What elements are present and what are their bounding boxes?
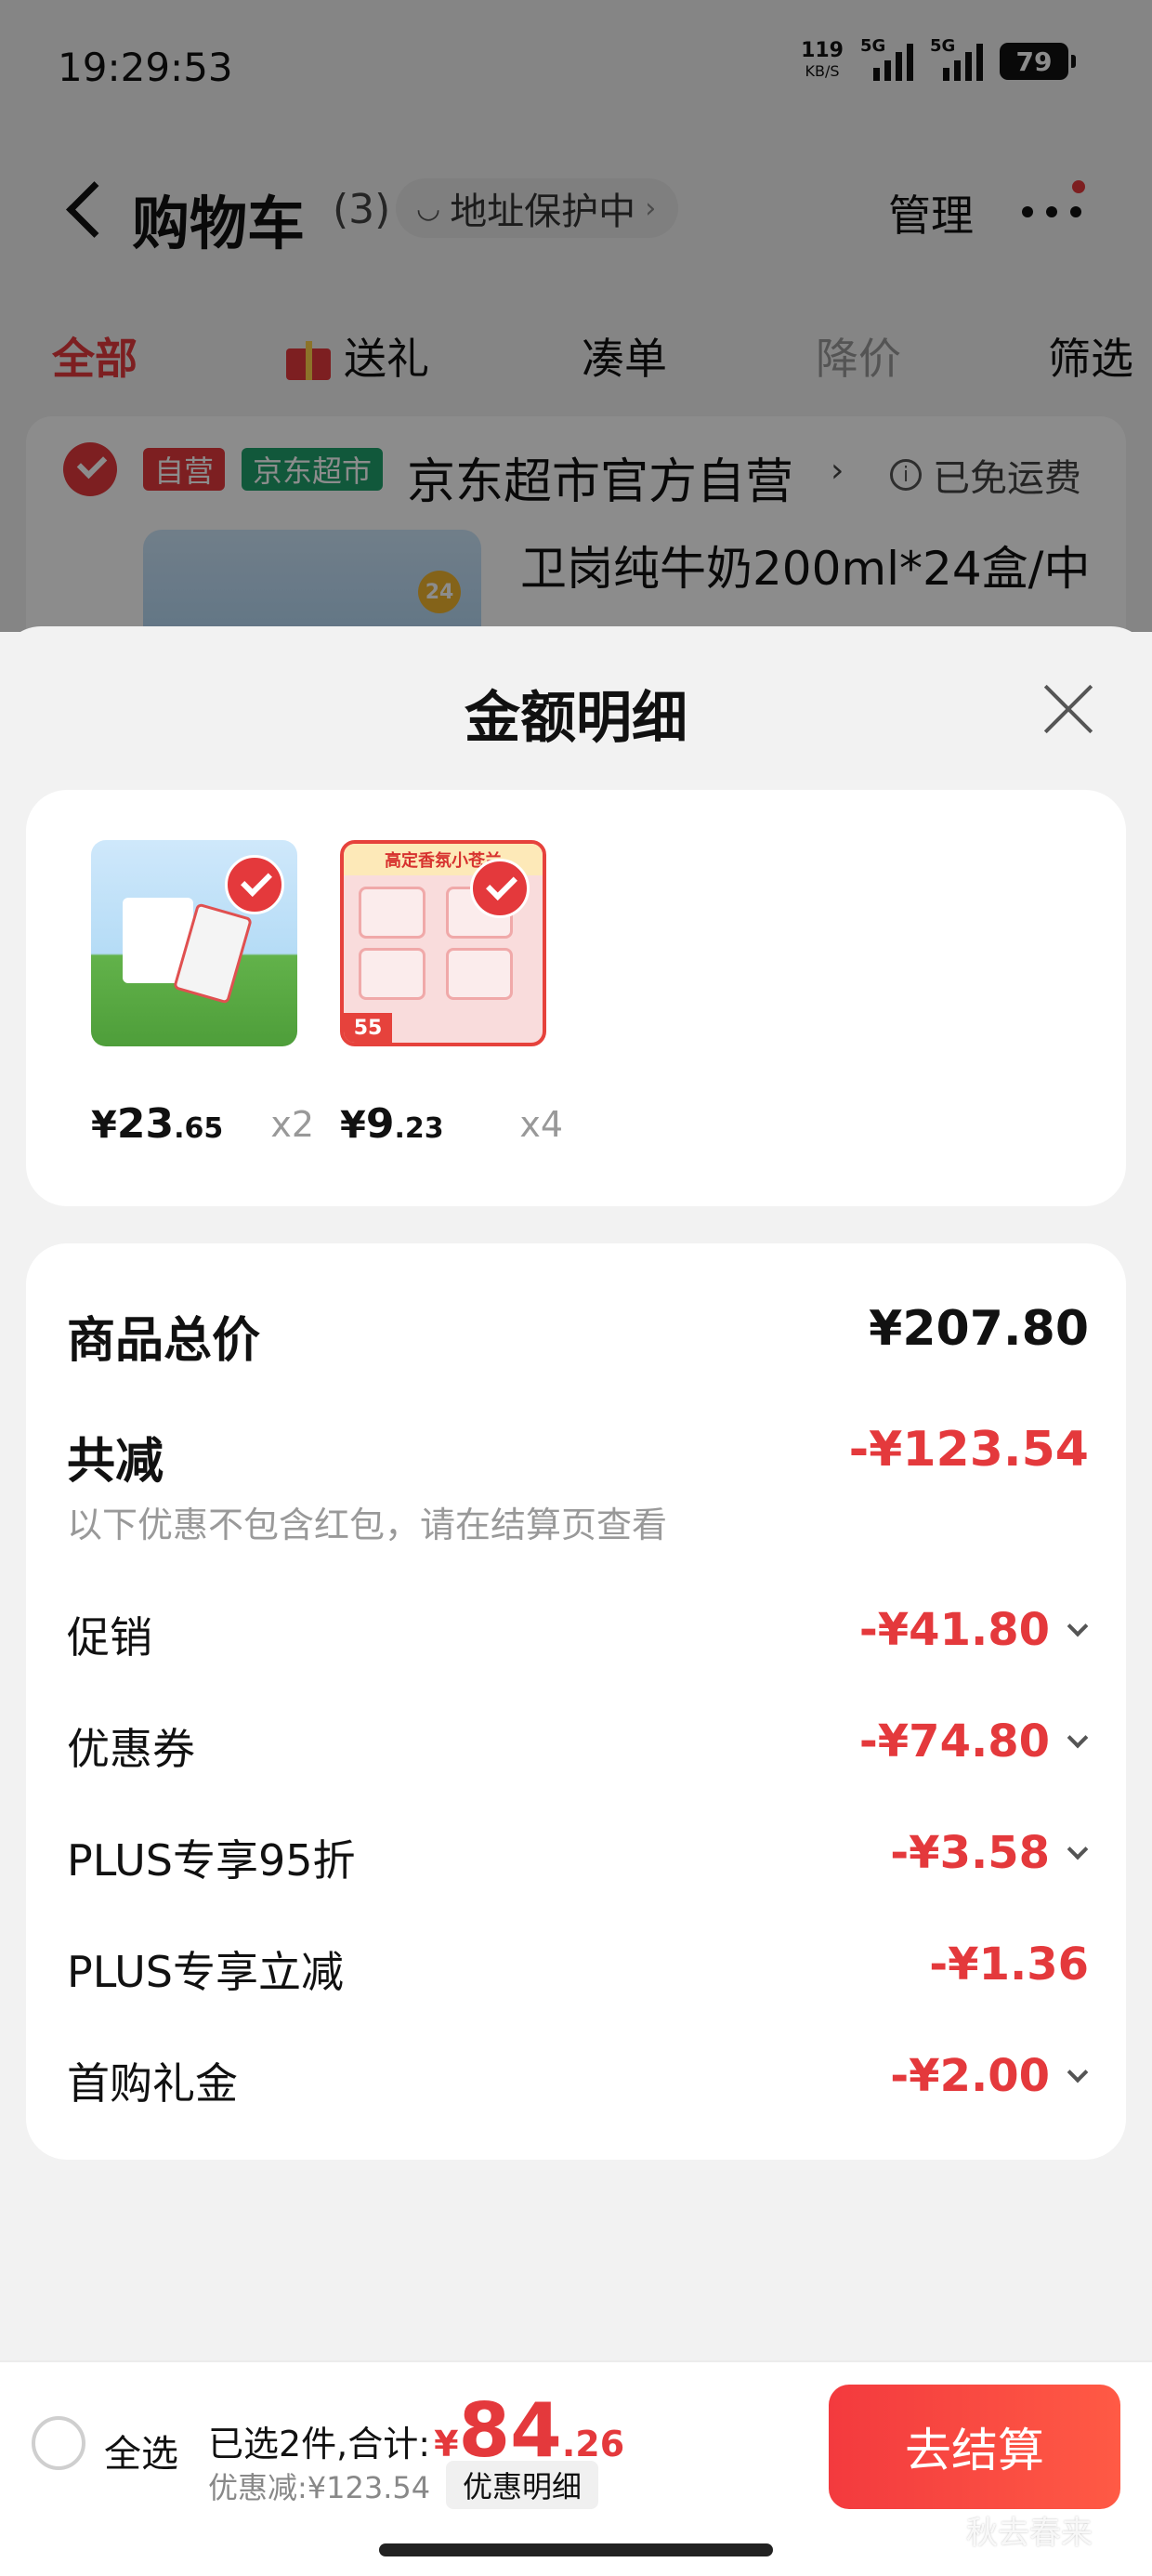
total-reduce-row: 共减 -¥123.54 xyxy=(67,1422,1089,1490)
item-price: ¥23.65 xyxy=(91,1100,224,1148)
row-value: -¥74.80 xyxy=(859,1715,1089,1768)
row-value: -¥41.80 xyxy=(859,1604,1089,1656)
first-purchase-row[interactable]: 首购礼金 -¥2.00 xyxy=(67,2050,1089,2115)
row-value: -¥3.58 xyxy=(890,1827,1089,1879)
selected-item[interactable]: 高定香氛小苍兰 55 ¥9.23 x4 xyxy=(340,840,563,1148)
goods-total-label: 商品总价 xyxy=(67,1313,261,1369)
tissue-product-image: 高定香氛小苍兰 55 xyxy=(340,840,546,1046)
discount-amount: 优惠减:¥123.54 xyxy=(208,2470,431,2505)
discount-note: 以下优惠不包含红包，请在结算页查看 xyxy=(67,1505,668,1545)
select-all-radio[interactable] xyxy=(32,2416,85,2470)
plus-discount-row[interactable]: PLUS专享95折 -¥3.58 xyxy=(67,1827,1089,1892)
check-icon xyxy=(470,859,530,918)
row-label: 首购礼金 xyxy=(67,2058,238,2109)
home-indicator[interactable] xyxy=(379,2543,773,2556)
item-quantity: x2 xyxy=(270,1104,314,1145)
milk-product-image xyxy=(91,840,297,1046)
checkout-button[interactable]: 去结算 xyxy=(829,2385,1120,2509)
chevron-down-icon xyxy=(1067,1727,1089,1749)
total-currency: ¥ xyxy=(434,2424,459,2464)
watermark: 秋去春来 xyxy=(966,2515,1093,2552)
discount-detail-button[interactable]: 优惠明细 xyxy=(446,2461,599,2509)
total-amount: 84 xyxy=(458,2387,562,2474)
amount-detail-sheet: 金额明细 ¥23.65 x2 高定香氛小苍兰 55 ¥9.23 x4 商品总价 … xyxy=(0,626,1152,2576)
total-reduce-label: 共减 xyxy=(67,1434,164,1490)
chevron-down-icon xyxy=(1067,2061,1089,2083)
goods-total-row: 商品总价 ¥207.80 xyxy=(67,1301,1089,1369)
modal-backdrop[interactable] xyxy=(0,0,1152,632)
total-reduce-value: -¥123.54 xyxy=(848,1422,1089,1478)
row-value: -¥2.00 xyxy=(890,2050,1089,2102)
close-icon[interactable] xyxy=(1041,680,1096,736)
goods-total-value: ¥207.80 xyxy=(869,1301,1089,1357)
selected-item[interactable]: ¥23.65 x2 xyxy=(91,840,314,1148)
row-label: 促销 xyxy=(67,1612,152,1663)
check-icon xyxy=(225,855,284,914)
total-decimal: .26 xyxy=(561,2424,625,2464)
sheet-title: 金额明细 xyxy=(465,686,687,751)
chevron-down-icon xyxy=(1067,1615,1089,1637)
row-label: PLUS专享立减 xyxy=(67,1947,344,1997)
item-price: ¥9.23 xyxy=(340,1100,444,1148)
row-value: -¥1.36 xyxy=(929,1939,1089,1991)
row-label: 优惠券 xyxy=(67,1724,195,1774)
select-all-label[interactable]: 全选 xyxy=(104,2424,178,2477)
selected-count: 已选2件,合计: xyxy=(208,2424,431,2464)
price-summary-card: 商品总价 ¥207.80 共减 -¥123.54 以下优惠不包含红包，请在结算页… xyxy=(26,1243,1126,2160)
row-label: PLUS专享95折 xyxy=(67,1835,356,1886)
selected-items-card: ¥23.65 x2 高定香氛小苍兰 55 ¥9.23 x4 xyxy=(26,790,1126,1206)
promotion-row[interactable]: 促销 -¥41.80 xyxy=(67,1604,1089,1669)
total-line: 已选2件,合计: ¥ 84 .26 xyxy=(208,2394,624,2468)
chevron-down-icon xyxy=(1067,1838,1089,1860)
plus-reduce-row: PLUS专享立减 -¥1.36 xyxy=(67,1939,1089,2004)
coupon-row[interactable]: 优惠券 -¥74.80 xyxy=(67,1715,1089,1781)
item-quantity: x4 xyxy=(519,1104,563,1145)
